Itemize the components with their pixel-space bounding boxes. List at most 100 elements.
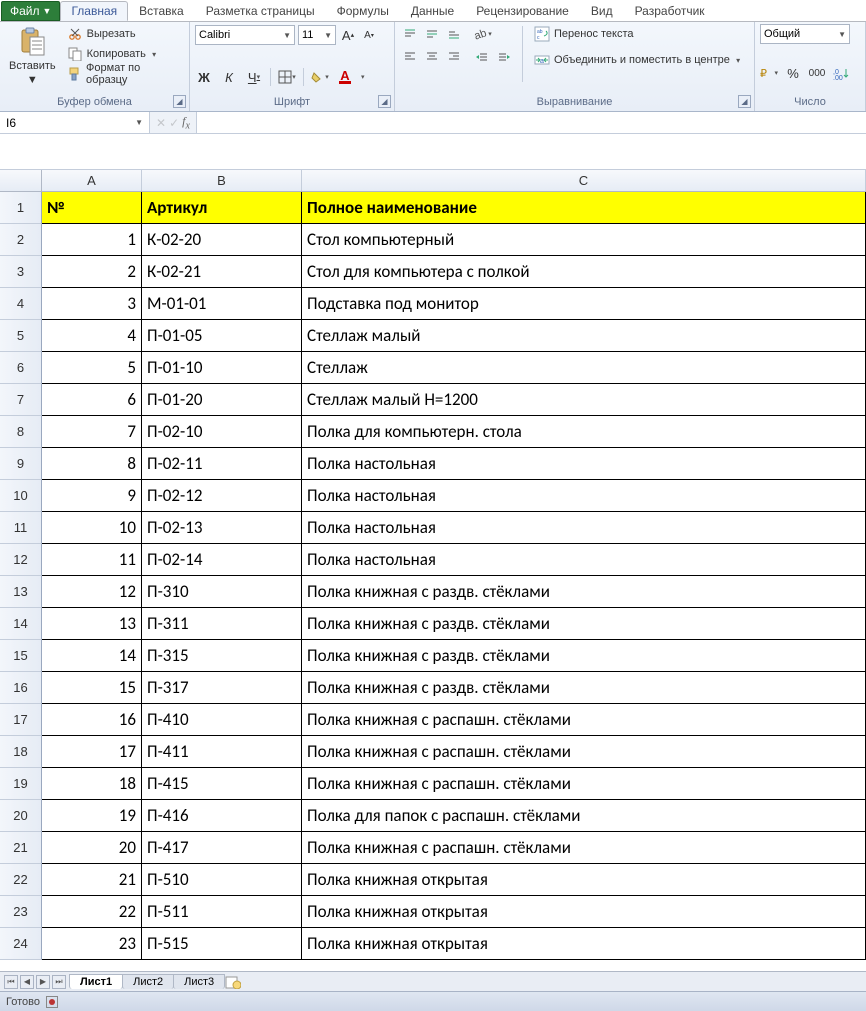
row-header[interactable]: 1 (0, 192, 42, 224)
row-header[interactable]: 20 (0, 800, 42, 832)
paste-button[interactable]: Вставить ▼ (5, 24, 60, 88)
tab-Разработчик[interactable]: Разработчик (624, 1, 716, 21)
cell[interactable]: П-510 (142, 864, 302, 896)
tab-Данные[interactable]: Данные (400, 1, 465, 21)
cell[interactable]: Полка книжная с распашн. стёклами (302, 832, 866, 864)
row-header[interactable]: 3 (0, 256, 42, 288)
row-header[interactable]: 17 (0, 704, 42, 736)
row-header[interactable]: 14 (0, 608, 42, 640)
increase-decimal-button[interactable]: ,0,00 (832, 64, 850, 82)
sheet-nav-next[interactable]: ▶ (36, 975, 50, 989)
cell[interactable]: 2 (42, 256, 142, 288)
cell[interactable]: Полка книжная с распашн. стёклами (302, 736, 866, 768)
underline-button[interactable]: Ч▾ (245, 68, 263, 86)
cell[interactable]: Полка настольная (302, 448, 866, 480)
row-header[interactable]: 19 (0, 768, 42, 800)
cell[interactable]: П-02-10 (142, 416, 302, 448)
cell[interactable]: 16 (42, 704, 142, 736)
cell[interactable]: Полка книжная с распашн. стёклами (302, 704, 866, 736)
fx-icon[interactable]: fx (182, 114, 190, 131)
enter-formula-icon[interactable]: ✓ (169, 116, 179, 130)
cell[interactable]: П-01-10 (142, 352, 302, 384)
row-header[interactable]: 16 (0, 672, 42, 704)
cell[interactable]: 21 (42, 864, 142, 896)
font-color-button[interactable]: A (336, 68, 354, 86)
new-sheet-button[interactable] (225, 975, 243, 989)
cell[interactable]: Полка настольная (302, 544, 866, 576)
cell[interactable]: Стеллаж малый Н=1200 (302, 384, 866, 416)
cell[interactable]: П-02-11 (142, 448, 302, 480)
increase-font-button[interactable]: A▴ (339, 26, 357, 44)
cell[interactable]: № (42, 192, 142, 224)
cell[interactable]: Полка книжная открытая (302, 896, 866, 928)
cell[interactable]: 11 (42, 544, 142, 576)
cell[interactable]: П-01-20 (142, 384, 302, 416)
tab-Вставка[interactable]: Вставка (128, 1, 195, 21)
cell[interactable]: Стеллаж (302, 352, 866, 384)
cell[interactable]: Полка настольная (302, 512, 866, 544)
cell[interactable]: 7 (42, 416, 142, 448)
cell[interactable]: П-515 (142, 928, 302, 960)
cell[interactable]: Полка книжная с раздв. стёклами (302, 672, 866, 704)
cell[interactable]: 9 (42, 480, 142, 512)
row-header[interactable]: 6 (0, 352, 42, 384)
cell[interactable]: Стол компьютерный (302, 224, 866, 256)
cell[interactable]: 18 (42, 768, 142, 800)
row-header[interactable]: 18 (0, 736, 42, 768)
col-header-A[interactable]: A (42, 170, 142, 191)
cell[interactable]: П-416 (142, 800, 302, 832)
row-header[interactable]: 13 (0, 576, 42, 608)
cell[interactable]: Полка книжная с распашн. стёклами (302, 768, 866, 800)
sheet-tab-Лист1[interactable]: Лист1 (69, 974, 123, 989)
row-header[interactable]: 4 (0, 288, 42, 320)
cell[interactable]: 1 (42, 224, 142, 256)
cell[interactable]: П-01-05 (142, 320, 302, 352)
align-bottom-button[interactable] (444, 24, 464, 44)
cell[interactable]: 3 (42, 288, 142, 320)
cell[interactable]: 17 (42, 736, 142, 768)
align-middle-button[interactable] (422, 24, 442, 44)
merge-center-button[interactable]: a Объединить и поместить в центре ▾ (531, 50, 743, 70)
row-header[interactable]: 15 (0, 640, 42, 672)
row-header[interactable]: 23 (0, 896, 42, 928)
cell[interactable]: 20 (42, 832, 142, 864)
cell[interactable]: П-511 (142, 896, 302, 928)
cell[interactable]: П-02-13 (142, 512, 302, 544)
cell[interactable]: П-310 (142, 576, 302, 608)
borders-button[interactable]: ▾ (278, 68, 296, 86)
font-name-combo[interactable]: Calibri▼ (195, 25, 295, 45)
orientation-button[interactable]: ab▾ (472, 24, 492, 44)
font-size-combo[interactable]: 11▼ (298, 25, 336, 45)
cell[interactable]: Полка книжная с раздв. стёклами (302, 576, 866, 608)
cell[interactable]: М-01-01 (142, 288, 302, 320)
cell[interactable]: 14 (42, 640, 142, 672)
cell[interactable]: К-02-20 (142, 224, 302, 256)
dialog-launcher-icon[interactable]: ◢ (378, 95, 391, 108)
cell[interactable]: 4 (42, 320, 142, 352)
percent-button[interactable]: % (784, 64, 802, 82)
cell[interactable]: 8 (42, 448, 142, 480)
cell[interactable]: 10 (42, 512, 142, 544)
sheet-nav-prev[interactable]: ◀ (20, 975, 34, 989)
row-header[interactable]: 22 (0, 864, 42, 896)
cell[interactable]: 23 (42, 928, 142, 960)
cell[interactable]: Полное наименование (302, 192, 866, 224)
increase-indent-button[interactable] (494, 48, 514, 68)
cell[interactable]: П-415 (142, 768, 302, 800)
dialog-launcher-icon[interactable]: ◢ (738, 95, 751, 108)
sheet-nav-last[interactable]: ⏭ (52, 975, 66, 989)
cell[interactable]: Полка для компьютерн. стола (302, 416, 866, 448)
sheet-nav-first[interactable]: ⏮ (4, 975, 18, 989)
cell[interactable]: 13 (42, 608, 142, 640)
align-center-button[interactable] (422, 46, 442, 66)
fill-color-button[interactable]: ▾ (311, 68, 329, 86)
tab-Разметка страницы[interactable]: Разметка страницы (195, 1, 326, 21)
cell[interactable]: П-311 (142, 608, 302, 640)
cell[interactable]: Стол для компьютера с полкой (302, 256, 866, 288)
cell[interactable]: 5 (42, 352, 142, 384)
cell[interactable]: П-02-14 (142, 544, 302, 576)
tab-Рецензирование[interactable]: Рецензирование (465, 1, 580, 21)
dialog-launcher-icon[interactable]: ◢ (173, 95, 186, 108)
row-header[interactable]: 21 (0, 832, 42, 864)
copy-button[interactable]: Копировать ▾ (64, 44, 184, 64)
